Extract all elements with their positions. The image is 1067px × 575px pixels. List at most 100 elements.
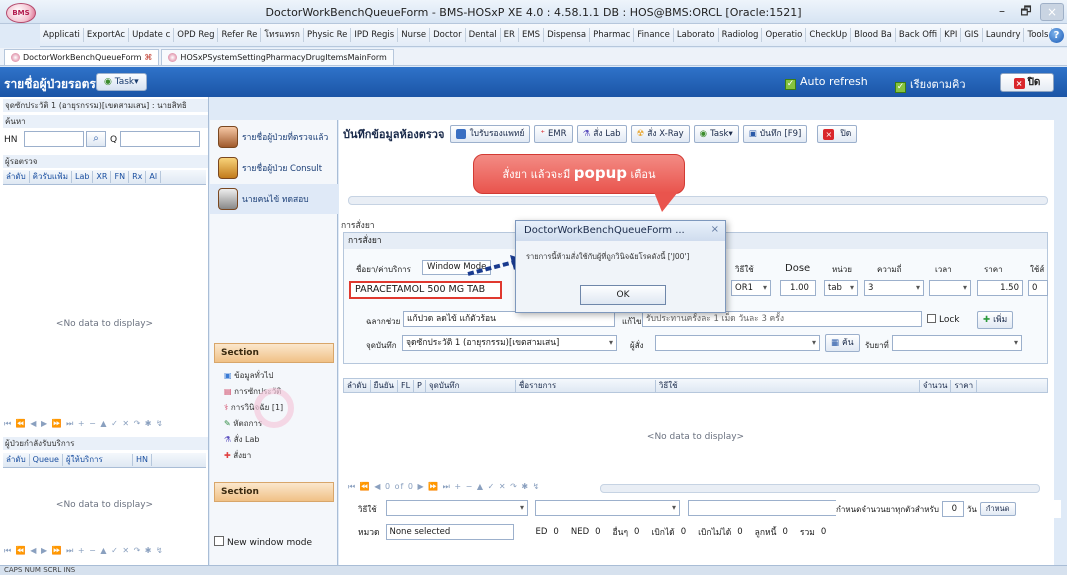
menu-item[interactable]: Finance	[634, 28, 674, 42]
col-header[interactable]: ลำดับ	[3, 454, 30, 466]
receiver-select[interactable]	[892, 335, 1022, 351]
new-window-mode-checkbox[interactable]: New window mode	[214, 536, 312, 548]
col-header[interactable]: Queue	[30, 454, 63, 466]
lock-checkbox[interactable]: Lock	[927, 314, 960, 325]
dialog-close-icon[interactable]: ×	[711, 224, 719, 235]
grid-col[interactable]: จุดบันทึก	[426, 379, 516, 392]
menu-item[interactable]: โทรแทรก	[261, 28, 304, 42]
section-header[interactable]: Section	[214, 343, 334, 363]
col-header[interactable]: ผู้ให้บริการ	[63, 454, 133, 466]
grid-col[interactable]: วิธีใช้	[656, 379, 920, 392]
col-header[interactable]: FN	[111, 171, 130, 183]
close-form-button[interactable]: × ปิด	[1000, 73, 1054, 92]
dialog-ok-button[interactable]: OK	[580, 285, 666, 305]
restore-button[interactable]: 🗗	[1014, 3, 1038, 21]
menu-item[interactable]: Laborato	[674, 28, 719, 42]
menu-item[interactable]: ER	[501, 28, 519, 42]
window-close-button[interactable]: ×	[1040, 3, 1064, 21]
dose-input[interactable]: 1.00	[780, 280, 816, 296]
drug-name-input[interactable]: PARACETAMOL 500 MG TAB	[349, 281, 502, 299]
sum-days-input[interactable]: 0	[941, 501, 964, 517]
menu-item[interactable]: ExportAc	[84, 28, 130, 42]
grid-col[interactable]: ราคา	[951, 379, 978, 392]
menu-item[interactable]: Physic Re	[304, 28, 352, 42]
task-menu-button[interactable]: ◉ Task▾	[96, 73, 147, 91]
section-footer[interactable]: Section	[214, 482, 334, 502]
apply-days-button[interactable]: กำหนด	[979, 502, 1016, 516]
time-select[interactable]	[929, 280, 971, 296]
search-icon[interactable]: ⌕	[86, 131, 106, 147]
nav-item-current-patient[interactable]: นายคนไข้ ทดสอบ	[210, 184, 338, 214]
tab-pharmacy-drug-items[interactable]: HOSxPSystemSettingPharmacyDrugItemsMainF…	[161, 49, 394, 65]
menu-item[interactable]: Doctor	[430, 28, 466, 42]
usage-select[interactable]: OR1	[731, 280, 771, 296]
col-header[interactable]: Rx	[129, 171, 147, 183]
grid-col[interactable]: จำนวน	[920, 379, 952, 392]
grid-col[interactable]: FL	[398, 379, 415, 392]
category-select[interactable]: None selected	[385, 524, 514, 540]
menu-item[interactable]: GIS	[961, 28, 983, 42]
tab-doctor-workbench[interactable]: DoctorWorkBenchQueueForm ⌘	[4, 49, 160, 65]
orderer-select[interactable]	[655, 335, 820, 351]
usage-text-input[interactable]: รับประทานครั้งละ 1 เม็ด วันละ 3 ครั้ง	[642, 311, 922, 327]
col-header[interactable]: Al	[146, 171, 162, 183]
menu-item[interactable]: CheckUp	[806, 28, 852, 42]
menu-item[interactable]: Nurse	[398, 28, 431, 42]
col-header[interactable]: HN	[133, 454, 152, 466]
hn-input[interactable]	[24, 131, 84, 147]
menu-item[interactable]: Pharmac	[590, 28, 635, 42]
auto-refresh-checkbox[interactable]: ✓ Auto refresh	[785, 75, 868, 90]
menu-item[interactable]: Laundry	[983, 28, 1025, 42]
section-item-general[interactable]: ▣ ข้อมูลทั่วไป	[224, 369, 273, 382]
menu-item[interactable]: KPI	[941, 28, 962, 42]
col-header[interactable]: ลำดับ	[3, 171, 30, 183]
service-navigator[interactable]: ⏮ ⏪ ◀ ▶ ⏩ ⏭ + − ▲ ✓ ✕ ↷ ✱ ↯	[4, 546, 164, 556]
menu-item[interactable]: Blood Ba	[851, 28, 896, 42]
unit-select[interactable]: tab	[824, 280, 858, 296]
bottom-usage-select[interactable]	[386, 500, 528, 516]
menu-item[interactable]: Radiolog	[719, 28, 763, 42]
col-header[interactable]: XR	[93, 171, 112, 183]
menu-item[interactable]: Dispensa	[544, 28, 591, 42]
emr-button[interactable]: ⁺ EMR	[534, 125, 573, 143]
grid-navigator[interactable]: ⏮ ⏪ ◀ 0 of 0 ▶ ⏩ ⏭ + − ▲ ✓ ✕ ↷ ✱ ↯	[348, 482, 540, 492]
col-header[interactable]: คิวรับแฟ้ม	[30, 171, 72, 183]
medical-certificate-button[interactable]: ใบรับรองแพทย์	[450, 125, 531, 143]
add-drug-button[interactable]: ✚ เพิ่ม	[977, 311, 1014, 329]
menu-item[interactable]: Update c	[129, 28, 175, 42]
grid-horizontal-scrollbar[interactable]	[600, 484, 1040, 493]
price-input[interactable]: 1.50	[977, 280, 1023, 296]
label-help-input[interactable]: แก้ปวด ลดไข้ แก้ตัวร้อน	[403, 311, 615, 327]
horizontal-scrollbar[interactable]	[348, 196, 1048, 205]
minimize-button[interactable]: –	[990, 3, 1014, 21]
task-button[interactable]: ◉ Task▾	[693, 125, 739, 143]
waiting-navigator[interactable]: ⏮ ⏪ ◀ ▶ ⏩ ⏭ + − ▲ ✓ ✕ ↷ ✱ ↯	[4, 419, 164, 429]
menu-item[interactable]: Applicati	[40, 28, 84, 42]
grid-col[interactable]: ลำดับ	[344, 379, 371, 392]
bottom-usage-select-2[interactable]	[535, 500, 680, 516]
help-icon[interactable]: ?	[1049, 28, 1064, 43]
nav-item-examined-patients[interactable]: รายชื่อผู้ป่วยที่ตรวจแล้ว	[210, 122, 338, 152]
menu-item[interactable]: IPD Regis	[351, 28, 399, 42]
search-orderer-button[interactable]: ▦ ค้น	[825, 334, 860, 352]
menu-item[interactable]: OPD Reg	[174, 28, 219, 42]
tab-close-icon[interactable]: ⌘	[144, 53, 152, 62]
close-exam-button[interactable]: × ปิด	[817, 125, 858, 143]
menu-item[interactable]: Refer Re	[218, 28, 262, 42]
grid-col[interactable]: ชื่อรายการ	[516, 379, 656, 392]
section-item-drug-order[interactable]: ✚ สั่งยา	[224, 449, 251, 462]
quantity-input[interactable]: 0	[1028, 280, 1048, 296]
grid-col[interactable]: P	[414, 379, 426, 392]
menu-item[interactable]: EMS	[519, 28, 545, 42]
menu-item[interactable]: Back Offi	[896, 28, 942, 42]
section-item-lab-order[interactable]: ⚗ สั่ง Lab	[224, 433, 260, 446]
frequency-select[interactable]: 3	[864, 280, 924, 296]
grid-col[interactable]: ยืนยัน	[371, 379, 398, 392]
nav-item-consult-patients[interactable]: รายชื่อผู้ป่วย Consult	[210, 153, 338, 183]
xray-order-button[interactable]: ☢ สั่ง X-Ray	[630, 125, 690, 143]
menu-item[interactable]: Dental	[466, 28, 501, 42]
sort-queue-checkbox[interactable]: ✓ เรียงตามคิว	[895, 75, 966, 93]
col-header[interactable]: Lab	[72, 171, 94, 183]
queue-input[interactable]	[120, 131, 200, 147]
record-point-select[interactable]: จุดซักประวัติ 1 (อายุรกรรม)[เขตสามเสน]	[402, 335, 617, 351]
